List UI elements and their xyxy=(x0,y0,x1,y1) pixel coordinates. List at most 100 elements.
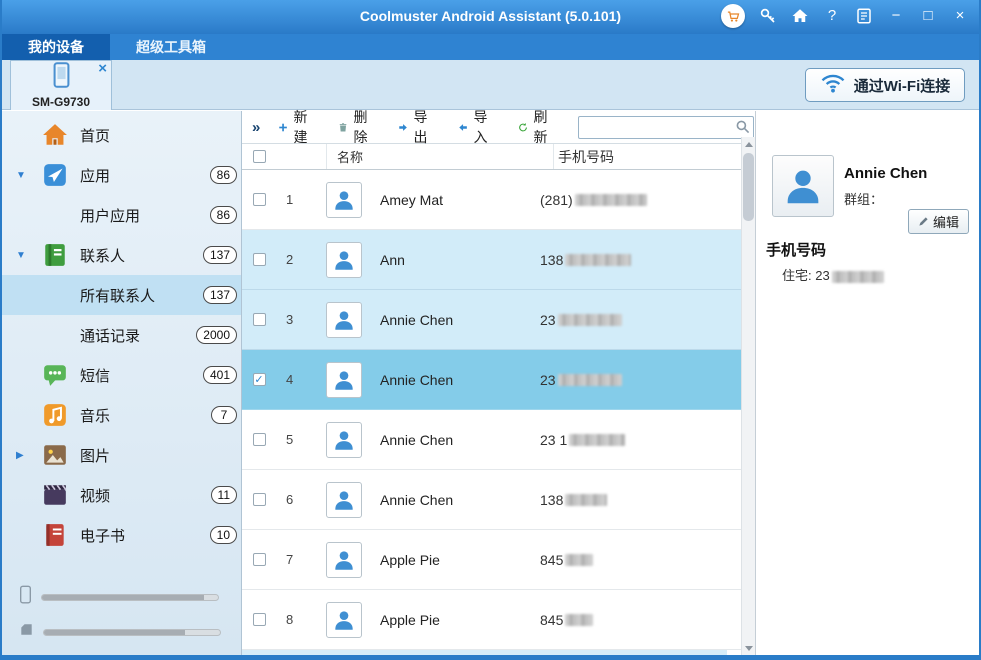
search-input[interactable] xyxy=(578,115,755,139)
table-row[interactable]: 1 Amey Mat (281) xyxy=(242,170,741,230)
redacted-phone xyxy=(565,253,632,266)
table-row[interactable]: 5 Annie Chen 23 1 xyxy=(242,410,741,470)
row-checkbox[interactable] xyxy=(252,253,266,266)
row-checkbox[interactable] xyxy=(252,193,266,206)
scroll-up-arrow[interactable] xyxy=(742,137,755,151)
collapse-sidebar-button[interactable]: » xyxy=(252,119,260,136)
expand-arrow-icon[interactable]: ▼ xyxy=(16,170,26,181)
row-checkbox[interactable] xyxy=(252,493,266,506)
refresh-button[interactable]: 刷新 xyxy=(518,107,552,147)
sidebar-item-contacts[interactable]: ▼ 联系人 137 xyxy=(2,235,241,275)
phone-storage-bar xyxy=(41,593,219,601)
device-name: SM-G9730 xyxy=(31,95,91,109)
phone-number: 23 xyxy=(540,311,556,328)
count-badge: 10 xyxy=(209,526,237,544)
table-row[interactable]: 2 Ann 138 xyxy=(242,230,741,290)
device-close-icon[interactable]: × xyxy=(98,60,107,77)
sidebar-item-user-apps[interactable]: 用户应用 86 xyxy=(2,195,241,235)
pencil-icon xyxy=(919,217,928,226)
import-button[interactable]: 导入 xyxy=(458,107,492,147)
row-checkbox[interactable] xyxy=(252,613,266,626)
redacted-phone xyxy=(565,553,594,566)
export-arrow-icon xyxy=(399,123,408,131)
cart-icon[interactable] xyxy=(721,4,745,28)
sd-storage-row xyxy=(20,623,230,641)
table-row[interactable]: 6 Annie Chen 138 xyxy=(242,470,741,530)
new-button[interactable]: 新建 xyxy=(278,107,312,147)
sidebar-item-apps[interactable]: ▼ 应用 86 xyxy=(2,155,241,195)
close-button[interactable]: × xyxy=(951,4,969,28)
apps-icon xyxy=(42,162,68,188)
detail-avatar xyxy=(772,155,834,217)
phone-number: (281) xyxy=(540,191,573,208)
count-badge: 86 xyxy=(209,166,237,184)
table-row-selected[interactable]: ✓ 4 Annie Chen 23 xyxy=(242,350,741,410)
device-phone-icon xyxy=(53,62,70,93)
sidebar-item-call-logs[interactable]: 通话记录 2000 xyxy=(2,315,241,355)
sidebar-item-music[interactable]: 音乐 7 xyxy=(2,395,241,435)
header-name-column[interactable]: 名称 xyxy=(326,144,554,169)
sidebar-item-sms[interactable]: 短信 401 xyxy=(2,355,241,395)
vertical-scrollbar[interactable] xyxy=(741,137,755,655)
search-box xyxy=(578,115,755,139)
trash-icon xyxy=(340,122,347,132)
sidebar-item-home[interactable]: 首页 xyxy=(2,115,241,155)
count-badge: 137 xyxy=(202,286,237,304)
sidebar-item-videos[interactable]: 视频 11 xyxy=(2,475,241,515)
plus-icon xyxy=(279,123,288,131)
contact-name: Apple Pie xyxy=(380,551,440,568)
help-icon[interactable]: ? xyxy=(823,4,841,28)
wifi-icon xyxy=(820,73,846,97)
sidebar-item-all-contacts[interactable]: 所有联系人 137 xyxy=(2,275,241,315)
key-icon[interactable] xyxy=(759,7,777,25)
collapse-arrow-icon[interactable]: ▶ xyxy=(16,450,24,461)
sms-icon xyxy=(42,362,68,388)
row-index: 8 xyxy=(286,612,294,627)
table-row[interactable]: 3 Annie Chen 23 xyxy=(242,290,741,350)
row-checkbox[interactable] xyxy=(252,313,266,326)
home-category-icon xyxy=(42,122,68,148)
edit-label: 编辑 xyxy=(932,215,959,230)
export-button[interactable]: 导出 xyxy=(398,107,432,147)
redacted-phone xyxy=(557,313,622,326)
sidebar-item-ebooks[interactable]: 电子书 10 xyxy=(2,515,241,555)
contact-name: Annie Chen xyxy=(380,431,454,448)
table-row[interactable]: 8 Apple Pie 845 xyxy=(242,590,741,650)
edit-button[interactable]: 编辑 xyxy=(907,209,969,234)
ebooks-icon xyxy=(42,522,68,548)
sd-storage-bar xyxy=(43,628,221,636)
sidebar-item-label: 音乐 xyxy=(80,407,111,425)
toolbar: » 新建 删除 导出 导入 刷新 xyxy=(242,109,755,145)
row-checkbox-checked[interactable]: ✓ xyxy=(252,373,266,386)
row-index: 3 xyxy=(286,312,294,327)
table-row[interactable]: 7 Apple Pie 845 xyxy=(242,530,741,590)
row-checkbox[interactable] xyxy=(252,553,266,566)
new-label: 新建 xyxy=(293,109,308,145)
minimize-button[interactable]: − xyxy=(887,4,905,28)
import-arrow-icon xyxy=(459,123,468,131)
feedback-icon[interactable] xyxy=(855,7,873,25)
sidebar-item-label: 电子书 xyxy=(80,527,126,545)
row-checkbox[interactable] xyxy=(252,433,266,446)
sidebar-item-label: 用户应用 xyxy=(80,207,141,225)
wifi-connect-button[interactable]: 通过Wi-Fi连接 xyxy=(805,68,965,102)
maximize-button[interactable]: □ xyxy=(919,4,937,28)
tab-super-toolkit[interactable]: 超级工具箱 xyxy=(110,34,232,60)
contact-name: Annie Chen xyxy=(380,371,454,388)
contacts-icon xyxy=(42,242,68,268)
contact-name: Apple Pie xyxy=(380,611,440,628)
contact-avatar xyxy=(326,361,362,398)
scrollbar-thumb[interactable] xyxy=(743,153,754,221)
header-phone-column[interactable]: 手机号码 xyxy=(554,147,755,167)
sidebar-item-photos[interactable]: ▶ 图片 xyxy=(2,435,241,475)
delete-button[interactable]: 删除 xyxy=(338,107,372,147)
tab-my-device[interactable]: 我的设备 xyxy=(2,34,110,60)
home-icon[interactable] xyxy=(791,7,809,25)
select-all-checkbox[interactable] xyxy=(252,150,266,163)
refresh-label: 刷新 xyxy=(533,109,548,145)
expand-arrow-icon[interactable]: ▼ xyxy=(16,250,26,261)
table-body: 1 Amey Mat (281) 2 Ann 138 3 Annie Chen … xyxy=(242,170,755,655)
search-icon[interactable] xyxy=(735,119,751,135)
scroll-down-arrow[interactable] xyxy=(742,641,755,655)
device-tab[interactable]: × SM-G9730 xyxy=(10,60,112,110)
